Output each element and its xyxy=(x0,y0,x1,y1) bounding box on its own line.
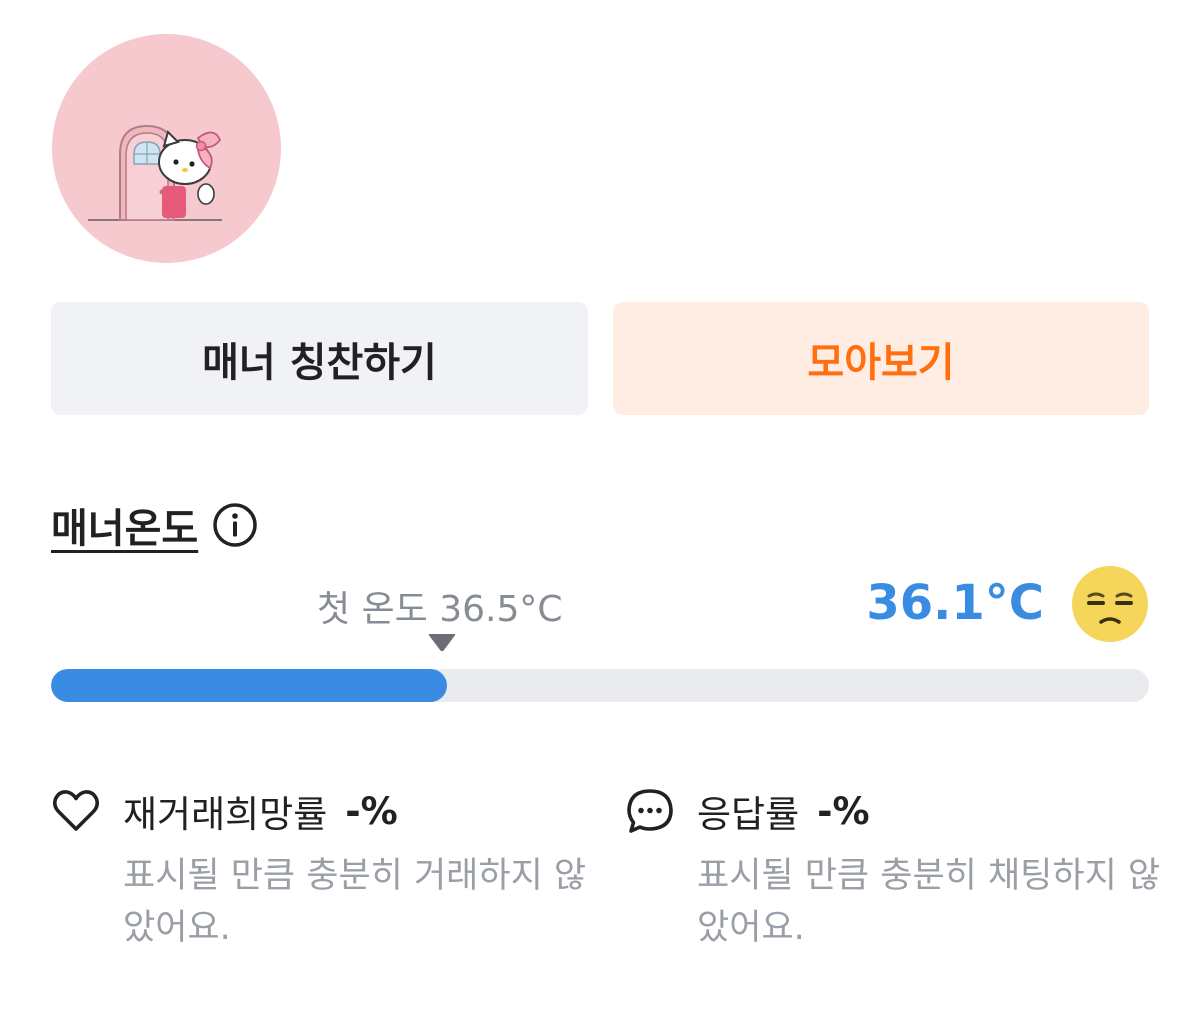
manner-temperature-bar xyxy=(51,669,1149,702)
unamused-face-icon xyxy=(1072,566,1148,642)
response-rate-description: 표시될 만큼 충분히 채팅하지 않았어요. xyxy=(697,856,1161,948)
rehire-rate-label: 재거래희망률 xyxy=(123,793,328,836)
response-rate-value: -% xyxy=(817,789,870,833)
info-circle-icon[interactable] xyxy=(212,502,258,548)
rehire-rate-description: 표시될 만큼 충분히 거래하지 않았어요. xyxy=(123,856,587,948)
manner-temperature-header: 매너온도 xyxy=(51,496,258,554)
hello-kitty-door-avatar-icon xyxy=(88,124,222,221)
response-rate-label: 응답률 xyxy=(697,793,800,836)
rehire-rate-value: -% xyxy=(345,789,398,833)
profile-avatar[interactable] xyxy=(52,34,281,263)
first-temperature-label: 첫 온도 36.5°C xyxy=(317,589,563,630)
rehire-rate-stat: 재거래희망률 -% 표시될 만큼 충분히 거래하지 않았어요. xyxy=(51,786,591,954)
chat-bubble-icon xyxy=(627,789,673,833)
first-temperature-marker-icon xyxy=(428,634,456,652)
manner-temperature-title[interactable]: 매너온도 xyxy=(51,496,198,554)
collect-view-button[interactable]: 모아보기 xyxy=(613,302,1149,415)
heart-icon xyxy=(52,790,100,831)
manner-praise-button[interactable]: 매너 칭찬하기 xyxy=(51,302,588,415)
current-temperature-value: 36.1°C xyxy=(866,575,1044,631)
response-rate-stat: 응답률 -% 표시될 만큼 충분히 채팅하지 않았어요. xyxy=(625,786,1165,954)
manner-temperature-bar-fill xyxy=(51,669,448,702)
